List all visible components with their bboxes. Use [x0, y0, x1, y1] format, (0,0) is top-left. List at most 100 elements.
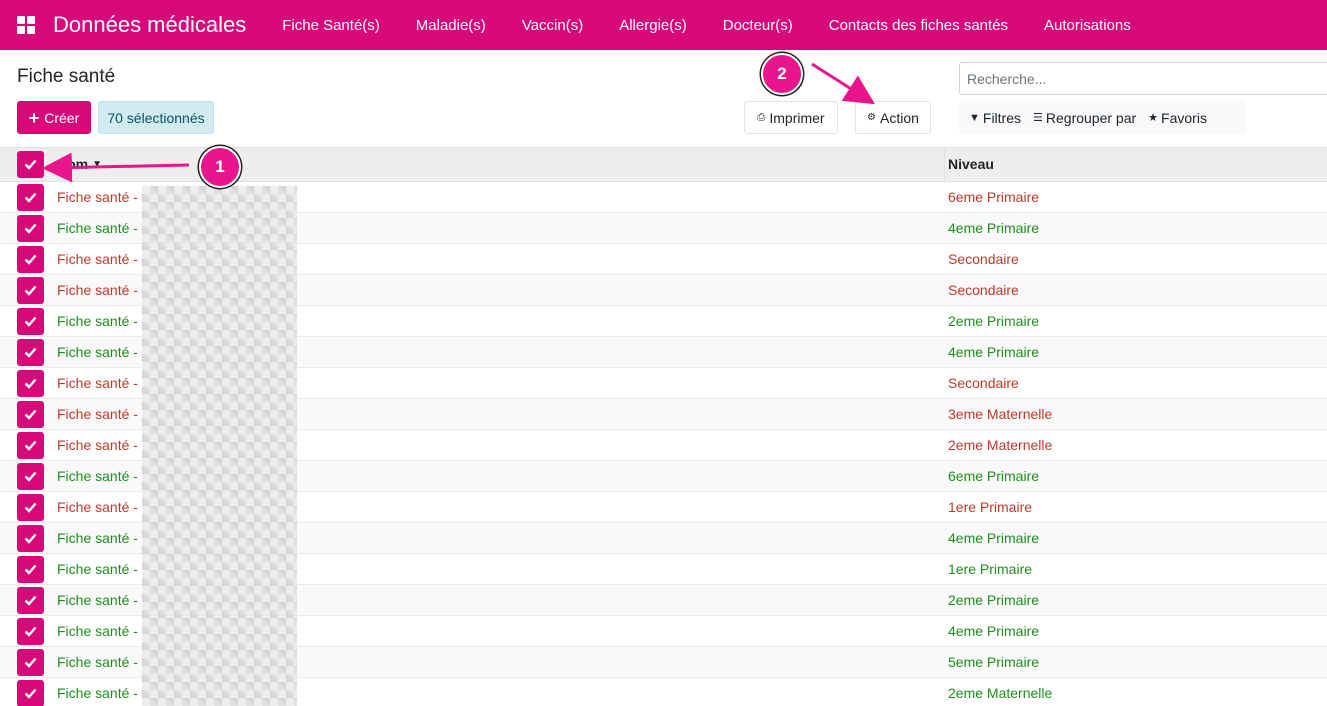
- row-checkbox[interactable]: [17, 246, 44, 273]
- apps-grid-icon[interactable]: [17, 16, 35, 34]
- table-row[interactable]: Fiche santé - 2eme Maternelle: [0, 430, 1327, 461]
- table-row[interactable]: Fiche santé - 5eme Primaire: [0, 647, 1327, 678]
- table-row[interactable]: Fiche santé - 1ere Primaire: [0, 554, 1327, 585]
- table-row[interactable]: Fiche santé - Secondaire: [0, 368, 1327, 399]
- column-nom-label: Nom: [57, 156, 89, 172]
- table-row[interactable]: Fiche santé - 6eme Primaire: [0, 182, 1327, 213]
- create-button-label: Créer: [44, 109, 80, 126]
- table-row[interactable]: Fiche santé - 4eme Primaire: [0, 213, 1327, 244]
- cell-nom[interactable]: Fiche santé -: [57, 437, 138, 453]
- cell-niveau: 3eme Maternelle: [948, 406, 1053, 422]
- cell-niveau: 2eme Primaire: [948, 313, 1040, 329]
- table-body: Fiche santé - 6eme Primaire Fiche santé - 4…: [0, 182, 1327, 706]
- row-checkbox[interactable]: [17, 277, 44, 304]
- groupby-button[interactable]: ☰ Regrouper par: [1033, 110, 1136, 126]
- favorites-button[interactable]: ★ Favoris: [1148, 110, 1207, 126]
- check-icon: [24, 657, 37, 668]
- check-icon: [24, 595, 37, 606]
- column-header-nom[interactable]: Nom ▼: [57, 156, 102, 174]
- check-icon: [24, 378, 37, 389]
- cell-niveau: 4eme Primaire: [948, 344, 1040, 360]
- cell-nom[interactable]: Fiche santé -: [57, 251, 138, 267]
- menu-item-maladie[interactable]: Maladie(s): [398, 17, 504, 34]
- select-all-checkbox[interactable]: [17, 151, 44, 178]
- cell-nom[interactable]: Fiche santé -: [57, 313, 138, 329]
- cell-niveau: 1ere Primaire: [948, 499, 1033, 515]
- top-navbar: Données médicales Fiche Santé(s) Maladie…: [0, 0, 1327, 50]
- check-icon: [24, 409, 37, 420]
- cell-nom[interactable]: Fiche santé -: [57, 220, 138, 236]
- menu-item-contacts[interactable]: Contacts des fiches santés: [811, 17, 1026, 34]
- funnel-icon: ▼: [969, 111, 980, 124]
- row-checkbox[interactable]: [17, 432, 44, 459]
- cell-niveau: 4eme Primaire: [948, 623, 1040, 639]
- table-row[interactable]: Fiche santé - Secondaire: [0, 275, 1327, 306]
- cell-nom[interactable]: Fiche santé -: [57, 623, 138, 639]
- row-checkbox[interactable]: [17, 649, 44, 676]
- cell-niveau: 4eme Primaire: [948, 220, 1040, 236]
- row-checkbox[interactable]: [17, 494, 44, 521]
- cell-nom[interactable]: Fiche santé -: [57, 468, 138, 484]
- row-checkbox[interactable]: [17, 587, 44, 614]
- row-checkbox[interactable]: [17, 618, 44, 645]
- cell-nom[interactable]: Fiche santé -: [57, 685, 138, 701]
- bars-icon: ☰: [1033, 112, 1043, 124]
- table-row[interactable]: Fiche santé - 3eme Maternelle: [0, 399, 1327, 430]
- row-checkbox[interactable]: [17, 215, 44, 242]
- filters-button[interactable]: ▼ Filtres: [969, 110, 1021, 126]
- menu-item-docteur[interactable]: Docteur(s): [705, 17, 811, 34]
- cell-nom[interactable]: Fiche santé -: [57, 654, 138, 670]
- row-checkbox[interactable]: [17, 525, 44, 552]
- row-checkbox[interactable]: [17, 184, 44, 211]
- cell-niveau: 1ere Primaire: [948, 561, 1033, 577]
- menu-item-vaccin[interactable]: Vaccin(s): [504, 17, 601, 34]
- cell-nom[interactable]: Fiche santé -: [57, 561, 138, 577]
- menu-item-fiche-sante[interactable]: Fiche Santé(s): [264, 17, 398, 34]
- table-row[interactable]: Fiche santé - 1ere Primaire: [0, 492, 1327, 523]
- app-brand[interactable]: Données médicales: [53, 12, 246, 38]
- arrow-to-action: [811, 62, 876, 105]
- check-icon: [24, 254, 37, 265]
- cell-nom[interactable]: Fiche santé -: [57, 499, 138, 515]
- table-row[interactable]: Fiche santé - 4eme Primaire: [0, 616, 1327, 647]
- row-checkbox[interactable]: [17, 339, 44, 366]
- cell-niveau: 5eme Primaire: [948, 654, 1040, 670]
- row-checkbox[interactable]: [17, 463, 44, 490]
- row-checkbox[interactable]: [17, 370, 44, 397]
- action-button[interactable]: ⚙ Action: [855, 101, 931, 134]
- search-input[interactable]: [959, 62, 1327, 95]
- cell-nom[interactable]: Fiche santé -: [57, 406, 138, 422]
- cell-nom[interactable]: Fiche santé -: [57, 592, 138, 608]
- cell-nom[interactable]: Fiche santé -: [57, 344, 138, 360]
- create-button[interactable]: + Créer: [17, 101, 91, 134]
- cell-nom[interactable]: Fiche santé -: [57, 530, 138, 546]
- table-row[interactable]: Fiche santé - 6eme Primaire: [0, 461, 1327, 492]
- cell-nom[interactable]: Fiche santé -: [57, 282, 138, 298]
- row-checkbox[interactable]: [17, 401, 44, 428]
- check-icon: [24, 316, 37, 327]
- table-row[interactable]: Fiche santé - Secondaire: [0, 244, 1327, 275]
- table-row[interactable]: Fiche santé - 2eme Maternelle: [0, 678, 1327, 706]
- table-row[interactable]: Fiche santé - 4eme Primaire: [0, 337, 1327, 368]
- row-checkbox[interactable]: [17, 556, 44, 583]
- selection-count-badge: 70 sélectionnés: [98, 101, 214, 134]
- check-icon: [24, 440, 37, 451]
- menu-item-allergie[interactable]: Allergie(s): [601, 17, 705, 34]
- menu-item-autorisations[interactable]: Autorisations: [1026, 17, 1149, 34]
- column-separator[interactable]: [944, 148, 945, 182]
- column-header-niveau[interactable]: Niveau: [948, 156, 994, 172]
- table-row[interactable]: Fiche santé - 2eme Primaire: [0, 306, 1327, 337]
- table-row[interactable]: Fiche santé - 2eme Primaire: [0, 585, 1327, 616]
- table-row[interactable]: Fiche santé - 4eme Primaire: [0, 523, 1327, 554]
- row-checkbox[interactable]: [17, 308, 44, 335]
- print-button[interactable]: ⎙ Imprimer: [744, 101, 838, 134]
- cell-nom[interactable]: Fiche santé -: [57, 189, 138, 205]
- cell-nom[interactable]: Fiche santé -: [57, 375, 138, 391]
- printer-icon: ⎙: [757, 112, 766, 123]
- row-checkbox[interactable]: [17, 680, 44, 706]
- check-icon: [24, 223, 37, 234]
- cell-niveau: 2eme Maternelle: [948, 685, 1053, 701]
- cell-niveau: 2eme Primaire: [948, 592, 1040, 608]
- check-icon: [24, 347, 37, 358]
- cell-niveau: Secondaire: [948, 251, 1019, 267]
